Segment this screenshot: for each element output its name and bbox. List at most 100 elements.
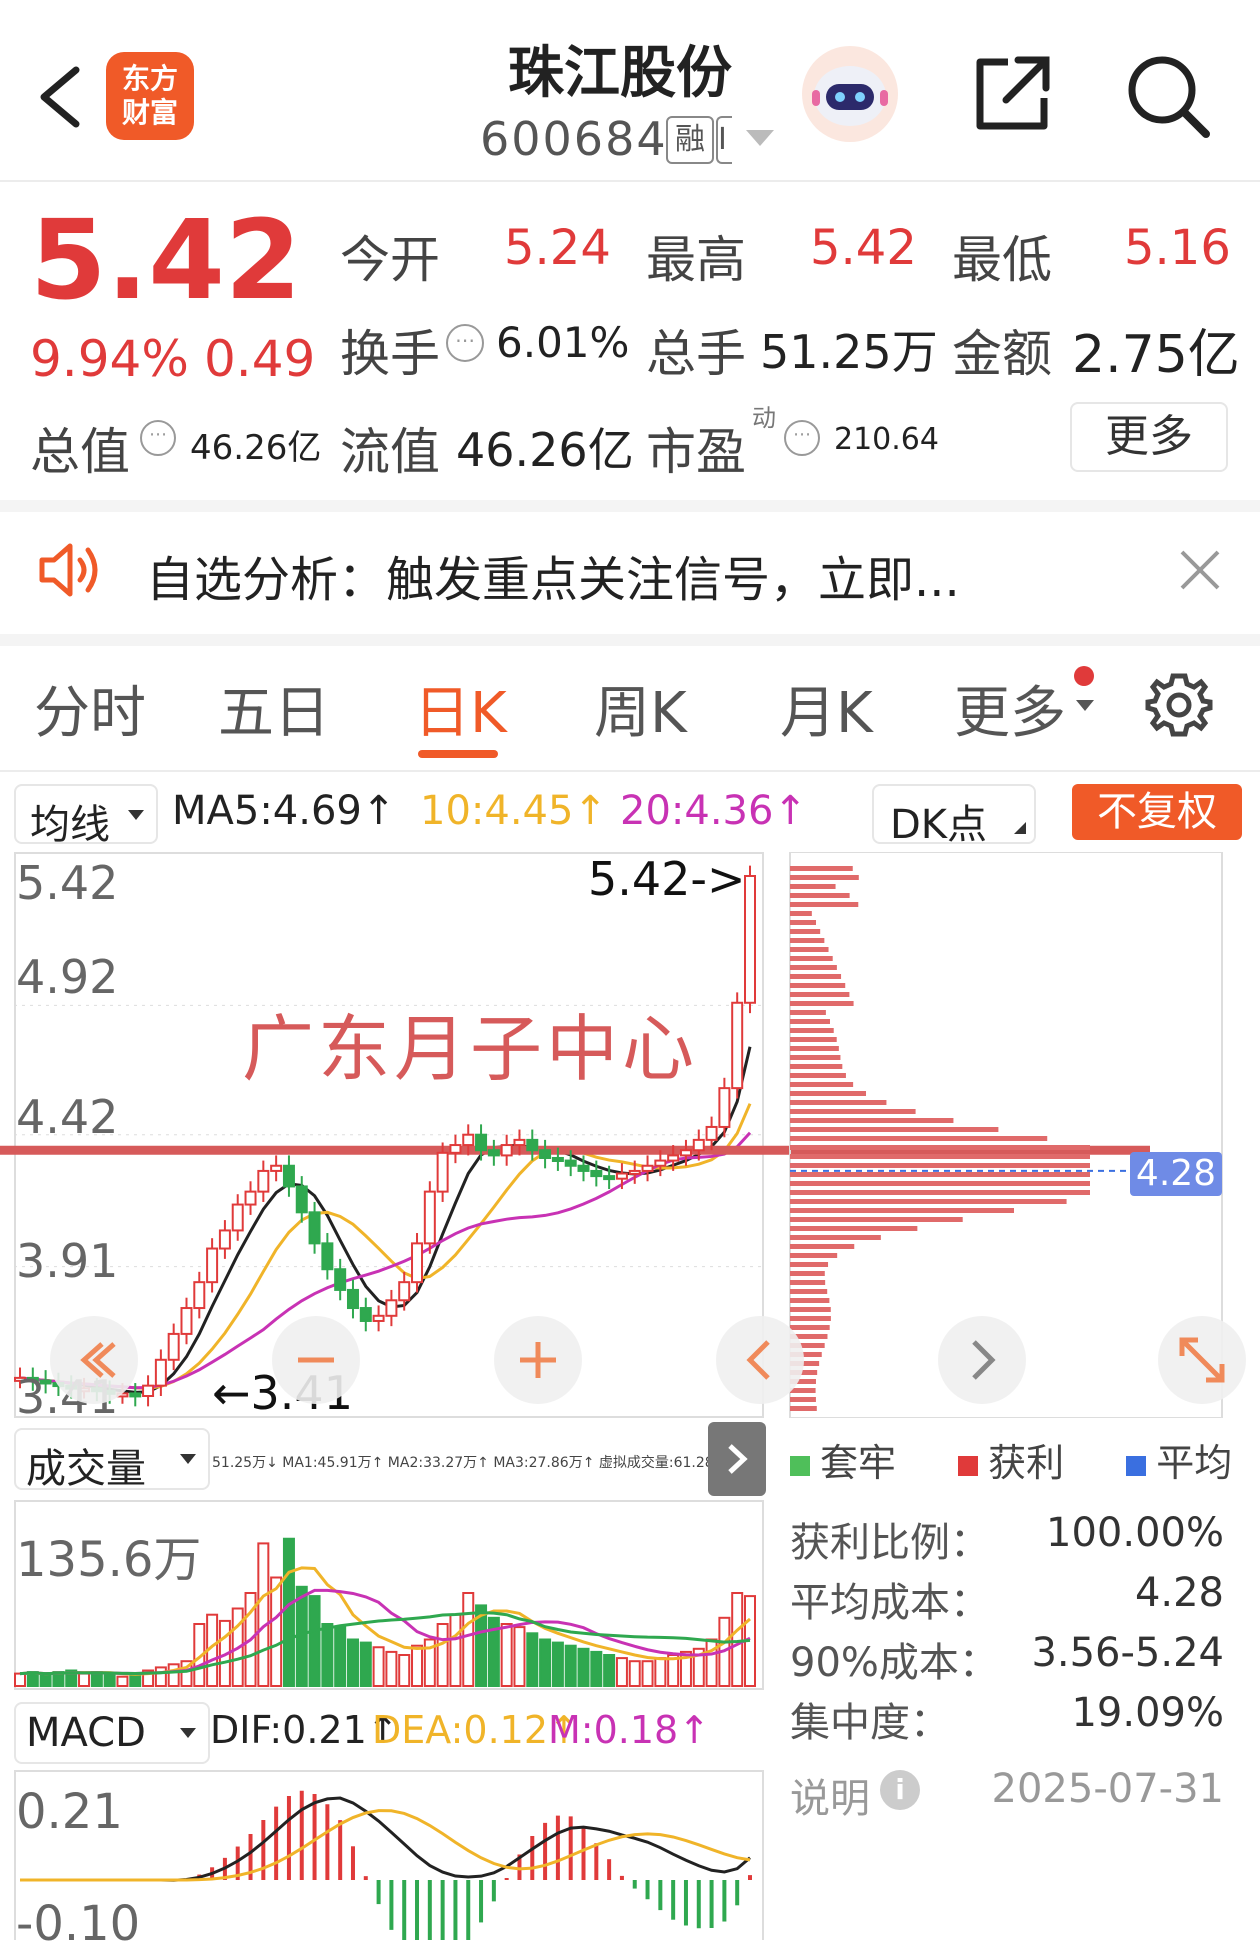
volume-bar	[15, 1674, 25, 1686]
logo-line-1: 东方	[106, 62, 194, 96]
volume-bar	[579, 1649, 589, 1686]
dropdown-icon[interactable]	[746, 130, 774, 146]
change-percent: 9.94%	[30, 330, 189, 388]
candle-body	[220, 1230, 230, 1248]
macd-dif: DIF:0.21↑	[210, 1708, 399, 1752]
more-quote-button[interactable]: 更多	[1070, 402, 1228, 472]
legend-average: 平均	[1156, 1441, 1232, 1485]
zoom-out-button[interactable]	[272, 1316, 360, 1404]
turnover-value: 6.01%	[496, 318, 629, 367]
chip-bar	[790, 1046, 839, 1051]
info-icon[interactable]: i	[880, 1770, 920, 1810]
tab-daily-k[interactable]: 日K	[414, 668, 507, 749]
low-value: 5.16	[1124, 220, 1231, 276]
chip-legend: 套牢 获利 平均	[790, 1432, 1232, 1487]
macd-top-label: 0.21	[16, 1784, 123, 1840]
explain-link[interactable]: 说明	[790, 1766, 870, 1824]
candle-body	[591, 1171, 601, 1176]
tab-intraday[interactable]: 分时	[34, 668, 146, 749]
volume-bar	[374, 1647, 384, 1686]
gear-icon[interactable]	[1144, 670, 1214, 740]
candle-body	[412, 1243, 422, 1282]
candle-body	[322, 1243, 332, 1269]
info-icon[interactable]: ⋯	[140, 420, 176, 456]
candle-body	[643, 1166, 653, 1171]
macd-selector[interactable]: MACD	[14, 1702, 210, 1764]
volume-selector[interactable]: 成交量	[14, 1428, 210, 1490]
volume-bar	[105, 1675, 115, 1686]
chip-bar	[790, 992, 849, 997]
close-icon[interactable]	[1176, 546, 1224, 594]
candle-body	[719, 1088, 729, 1127]
pe-label: 市盈	[646, 412, 746, 484]
candle-body	[335, 1269, 345, 1290]
chip-bar	[790, 1289, 827, 1294]
more-quote-label: 更多	[1072, 404, 1226, 470]
price-label-4.92: 4.92	[16, 950, 118, 1004]
volume-bar	[540, 1640, 550, 1687]
chip-bar	[790, 1037, 837, 1042]
candle-body	[681, 1150, 691, 1155]
tab-weekly-k[interactable]: 周K	[594, 668, 687, 749]
tab-monthly-k[interactable]: 月K	[780, 668, 873, 749]
notice-text[interactable]: 自选分析：触发重点关注信号，立即...	[146, 540, 960, 610]
chip-bar	[790, 1199, 1067, 1204]
back-icon[interactable]	[30, 62, 90, 132]
candle-body	[514, 1140, 524, 1145]
candle-body	[745, 876, 755, 1003]
candle-body	[425, 1192, 435, 1244]
scroll-left-button[interactable]	[50, 1316, 138, 1404]
candle-body	[284, 1166, 294, 1187]
candle-body	[194, 1282, 204, 1308]
chip-bar	[790, 956, 833, 961]
ma-selector[interactable]: 均线	[14, 784, 158, 844]
chip-bar	[790, 1262, 828, 1267]
chip-bar	[790, 1163, 1090, 1168]
share-icon[interactable]	[970, 52, 1054, 136]
candle-body	[374, 1316, 384, 1321]
zoom-in-button[interactable]	[494, 1316, 582, 1404]
candle-body	[438, 1153, 448, 1192]
candle-body	[310, 1212, 320, 1243]
chip-bar	[790, 1271, 825, 1276]
tab-more[interactable]: 更多	[954, 668, 1066, 749]
tab-five-day[interactable]: 五日	[218, 668, 330, 749]
chip-bar	[790, 1091, 866, 1096]
candle-body	[527, 1140, 537, 1150]
prev-button[interactable]	[716, 1316, 804, 1404]
pe-dynamic-mark: 动	[752, 398, 776, 433]
chip-bar	[790, 974, 841, 979]
info-icon[interactable]: ⋯	[446, 324, 484, 362]
kline-svg	[0, 852, 1260, 1418]
chip-bar	[790, 866, 853, 871]
chip-bar	[790, 1082, 853, 1087]
volume-bar	[438, 1624, 448, 1686]
candle-body	[246, 1192, 256, 1205]
next-button[interactable]	[938, 1316, 1026, 1404]
stock-code: 600684	[480, 112, 668, 166]
trapped-swatch	[790, 1456, 810, 1476]
volume-legend: 51.25万↓ MA1:45.91万↑ MA2:33.27万↑ MA3:27.8…	[212, 1452, 728, 1472]
logo-line-2: 财富	[106, 96, 194, 130]
volume-expand-button[interactable]	[708, 1422, 766, 1496]
chip-bar	[790, 1181, 1090, 1186]
search-icon[interactable]	[1124, 52, 1214, 142]
candle-body	[386, 1300, 396, 1316]
cost-90-value: 3.56-5.24	[1031, 1630, 1224, 1676]
info-icon[interactable]: ⋯	[784, 420, 820, 456]
chip-bar	[790, 1010, 826, 1015]
robot-avatar-icon[interactable]	[800, 44, 900, 144]
adjust-button[interactable]: 不复权	[1072, 784, 1242, 840]
volume-bar	[591, 1652, 601, 1686]
chip-bar	[790, 884, 836, 889]
cost-tag: 4.28	[1130, 1152, 1222, 1196]
red-dot	[1074, 666, 1094, 686]
last-price: 5.42	[30, 200, 301, 320]
chip-bar	[790, 1226, 917, 1231]
volume-bar	[527, 1633, 537, 1686]
chip-bar	[790, 902, 858, 907]
dk-point-button[interactable]: DK点	[872, 784, 1036, 844]
expand-icon[interactable]	[1158, 1316, 1246, 1404]
volume-bar	[117, 1677, 127, 1686]
chip-bar	[790, 1307, 831, 1312]
